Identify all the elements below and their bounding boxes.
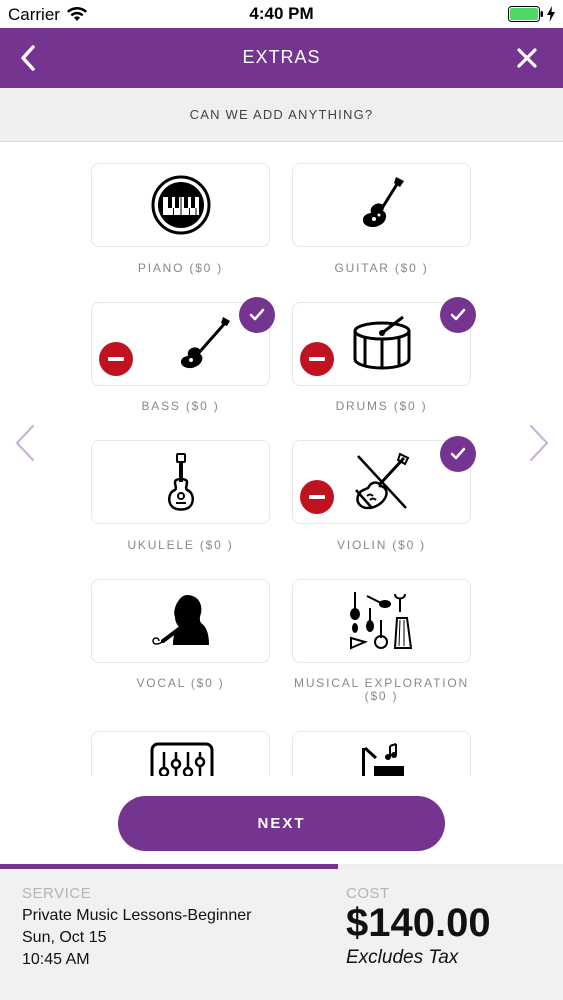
remove-violin-button[interactable] [300,480,334,514]
service-label: SERVICE [22,885,92,902]
guitar-icon [362,177,404,228]
cost-label: COST [346,885,390,902]
extras-grid: PIANO ($0 ) GUITAR ($0 ) BASS ($0 ) DRUM… [0,143,563,776]
total-price: $140.00 [346,901,491,945]
extra-label-musical-exploration-line2: ($0 ) [364,689,399,703]
extra-card-mixer[interactable] [91,731,270,776]
extra-label-vocal: VOCAL ($0 ) [136,676,225,690]
extra-card-music-notes[interactable] [292,731,471,776]
charging-bolt-icon [546,6,556,27]
booking-summary-footer: SERVICE Private Music Lessons-Beginner S… [0,869,563,1000]
tax-note: Excludes Tax [346,947,459,968]
status-bar: Carrier 4:40 PM [0,0,563,28]
subheader-bar: CAN WE ADD ANYTHING? [0,88,563,142]
extra-label-guitar: GUITAR ($0 ) [334,261,429,275]
selected-violin-checkmark[interactable] [440,436,476,472]
instruments-collection-icon [349,592,412,650]
appointment-time: 10:45 AM [22,951,90,968]
ukulele-icon [167,453,194,511]
selected-drums-checkmark[interactable] [440,297,476,333]
extra-card-vocal[interactable] [91,579,270,663]
bass-guitar-icon [180,317,230,369]
extra-label-piano: PIANO ($0 ) [137,261,224,275]
vocal-singer-icon [151,595,209,645]
remove-bass-button[interactable] [99,342,133,376]
extra-card-musical-exploration[interactable] [292,579,471,663]
appointment-date: Sun, Oct 15 [22,929,107,946]
extra-label-musical-exploration: MUSICAL EXPLORATION ($0 ) [292,677,471,703]
page-title: EXTRAS [242,47,321,67]
mixer-sliders-icon [150,742,214,776]
piano-icon [151,175,210,235]
drum-icon [353,315,410,370]
minus-icon [309,357,325,361]
minus-icon [309,495,325,499]
close-icon [517,48,537,68]
music-notes-icon [362,743,404,776]
extra-label-drums: DRUMS ($0 ) [335,399,428,413]
checkmark-icon [450,308,466,321]
extra-label-ukulele: UKULELE ($0 ) [127,538,234,552]
checkmark-icon [249,308,265,321]
extra-label-violin: VIOLIN ($0 ) [337,538,426,552]
status-time: 4:40 PM [249,4,314,23]
extra-card-piano[interactable] [91,163,270,247]
violin-icon [354,452,409,510]
extra-card-ukulele[interactable] [91,440,270,524]
next-button[interactable]: NEXT [118,796,445,851]
checkmark-icon [450,447,466,460]
service-name: Private Music Lessons-Beginner [22,907,252,924]
close-button[interactable] [509,40,545,76]
selected-bass-checkmark[interactable] [239,297,275,333]
subheader-prompt: CAN WE ADD ANYTHING? [189,107,374,122]
minus-icon [108,357,124,361]
extra-label-bass: BASS ($0 ) [141,399,220,413]
remove-drums-button[interactable] [300,342,334,376]
nav-header: EXTRAS [0,28,563,88]
battery-icon [508,6,544,27]
extra-card-guitar[interactable] [292,163,471,247]
